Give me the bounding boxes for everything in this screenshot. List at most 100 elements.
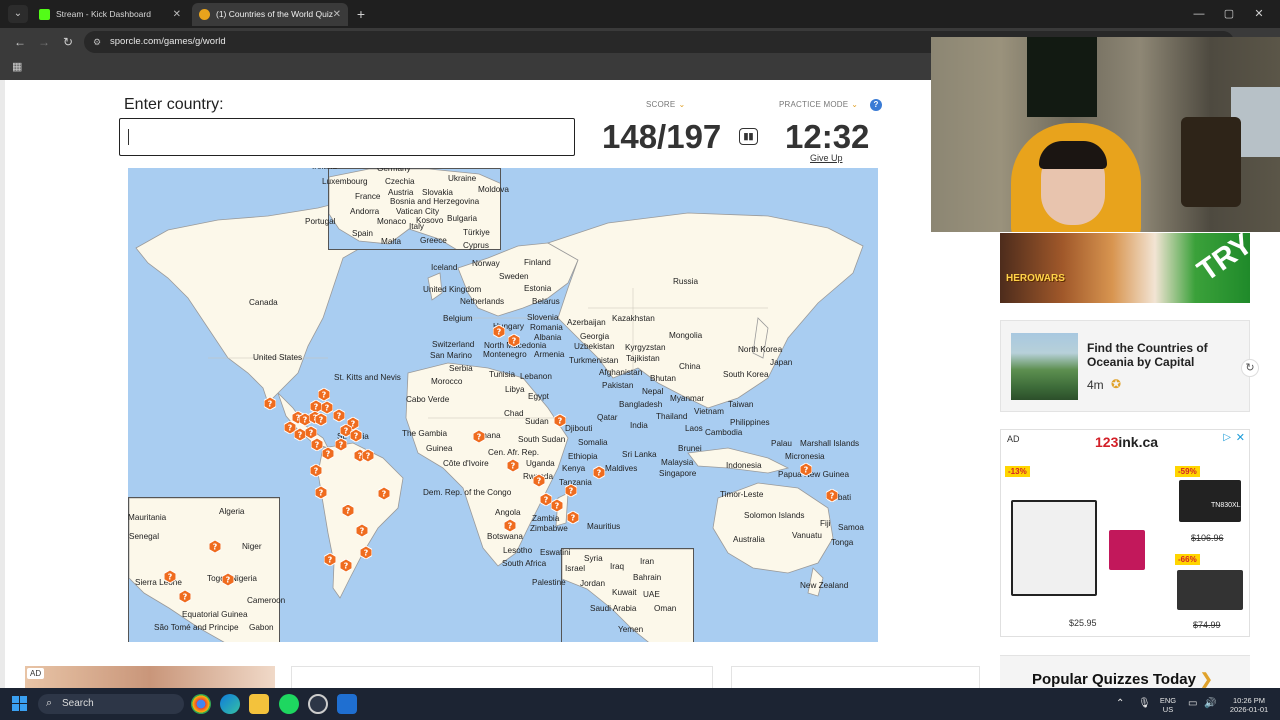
country-label: Belarus (532, 297, 560, 306)
country-label: Slovenia (527, 313, 559, 322)
svg-text:?: ? (183, 593, 188, 602)
ad-label: AD (27, 668, 45, 679)
pause-button[interactable]: ▮▮ (739, 128, 758, 145)
close-tab-icon[interactable]: ✕ (173, 3, 181, 26)
spotify-icon[interactable] (279, 694, 299, 714)
country-label: Zimbabwe (530, 524, 568, 533)
missed-country-marker-icon[interactable]: ? (324, 553, 336, 566)
missed-country-marker-icon[interactable]: ? (209, 540, 221, 553)
clock[interactable]: 10:26 PM 2026-01-01 (1226, 696, 1272, 714)
missed-country-marker-icon[interactable]: ? (493, 325, 505, 338)
chrome-taskbar-icon[interactable] (191, 694, 211, 714)
close-ad-icon[interactable]: ✕ (1236, 431, 1245, 444)
country-label: Canada (249, 298, 278, 307)
language-indicator[interactable]: ENG US (1158, 696, 1178, 714)
missed-country-marker-icon[interactable]: ? (179, 590, 191, 603)
windows-start-icon[interactable] (12, 696, 28, 712)
apps-grid-icon[interactable]: ▦ (12, 61, 25, 74)
help-icon[interactable]: ? (870, 99, 882, 111)
answer-input[interactable] (119, 118, 575, 156)
enter-country-label: Enter country: (124, 96, 224, 113)
country-label: Luxembourg (322, 177, 368, 186)
reload-icon[interactable]: ↻ (58, 32, 78, 52)
country-label: Egypt (528, 392, 549, 401)
missed-country-marker-icon[interactable]: ? (333, 409, 345, 422)
missed-country-marker-icon[interactable]: ? (362, 449, 374, 462)
missed-country-marker-icon[interactable]: ? (551, 499, 563, 512)
microphone-icon[interactable]: 🎙 (1138, 698, 1151, 709)
missed-country-marker-icon[interactable]: ? (360, 546, 372, 559)
edge-taskbar-icon[interactable] (220, 694, 240, 714)
missed-country-marker-icon[interactable]: ? (533, 474, 545, 487)
country-label: Palau (771, 439, 792, 448)
missed-country-marker-icon[interactable]: ? (322, 447, 334, 460)
tab-search-button[interactable]: ⌄ (8, 5, 28, 23)
missed-country-marker-icon[interactable]: ? (565, 484, 577, 497)
ad-brand: 123ink.ca (1095, 434, 1158, 450)
popular-quizzes-header[interactable]: Popular Quizzes Today ❯ (1000, 655, 1250, 688)
missed-country-marker-icon[interactable]: ? (800, 463, 812, 476)
file-explorer-icon[interactable] (249, 694, 269, 714)
svg-text:?: ? (226, 576, 231, 585)
volume-icon[interactable]: 🔊 (1204, 698, 1216, 709)
country-label: Micronesia (785, 452, 825, 461)
country-label: Brunei (678, 444, 702, 453)
chevron-down-icon: ⌄ (678, 100, 686, 109)
back-arrow-icon[interactable]: ← (10, 32, 30, 52)
hero-wars-ad[interactable]: HEROWARS TRY (1000, 233, 1250, 303)
missed-country-marker-icon[interactable]: ? (356, 524, 368, 537)
refresh-icon[interactable]: ↻ (1241, 359, 1259, 377)
missed-country-marker-icon[interactable]: ? (342, 504, 354, 517)
related-quiz-card[interactable]: Find the Countries of Oceania by Capital… (1000, 320, 1259, 412)
practice-mode-toggle[interactable]: PRACTICE MODE ⌄ (779, 100, 858, 109)
missed-country-marker-icon[interactable]: ? (507, 459, 519, 472)
obs-icon[interactable] (308, 694, 328, 714)
missed-country-marker-icon[interactable]: ? (315, 413, 327, 426)
missed-country-marker-icon[interactable]: ? (310, 464, 322, 477)
score-label[interactable]: SCORE ⌄ (646, 100, 685, 109)
svg-text:?: ? (382, 490, 387, 499)
missed-country-marker-icon[interactable]: ? (350, 429, 362, 442)
bottom-ad-banner[interactable]: AD (25, 666, 275, 688)
adchoices-icon[interactable]: ▷ (1223, 432, 1231, 443)
tab-sporcle-quiz[interactable]: (1) Countries of the World Quiz ✕ (192, 3, 348, 26)
chevron-up-icon[interactable]: ⌃ (1116, 698, 1124, 709)
forward-arrow-icon[interactable]: → (34, 32, 54, 52)
country-label: Czechia (385, 177, 415, 186)
close-window-button[interactable]: ✕ (1244, 0, 1274, 28)
new-tab-button[interactable]: + (352, 4, 370, 24)
calculator-app-icon[interactable] (337, 694, 357, 714)
missed-country-marker-icon[interactable]: ? (335, 438, 347, 451)
missed-country-marker-icon[interactable]: ? (378, 487, 390, 500)
missed-country-marker-icon[interactable]: ? (222, 573, 234, 586)
missed-country-marker-icon[interactable]: ? (264, 397, 276, 410)
close-tab-icon[interactable]: ✕ (333, 3, 341, 26)
site-info-icon[interactable]: ⚙ (91, 36, 103, 48)
missed-country-marker-icon[interactable]: ? (508, 334, 520, 347)
give-up-link[interactable]: Give Up (810, 153, 843, 163)
minimize-button[interactable]: — (1184, 0, 1214, 28)
missed-country-marker-icon[interactable]: ? (473, 430, 485, 443)
taskbar-search[interactable]: ⌕ Search (38, 694, 184, 714)
country-label: China (679, 362, 701, 371)
country-label: Finland (524, 258, 551, 267)
printer-ink-ad[interactable]: AD 123ink.ca ▷ ✕ -13% -59% -66% TN830XL … (1000, 429, 1250, 637)
country-label: The Gambia (402, 429, 448, 438)
missed-country-marker-icon[interactable]: ? (554, 414, 566, 427)
missed-country-marker-icon[interactable]: ? (340, 559, 352, 572)
svg-text:?: ? (326, 450, 331, 459)
missed-country-marker-icon[interactable]: ? (567, 511, 579, 524)
maximize-button[interactable]: ▢ (1214, 0, 1244, 28)
popular-quizzes-text: Popular Quizzes Today (1032, 671, 1196, 688)
svg-text:?: ? (569, 487, 574, 496)
tab-kick-dashboard[interactable]: Stream - Kick Dashboard ✕ (32, 3, 188, 26)
network-icon[interactable]: ▭ (1188, 698, 1197, 709)
missed-country-marker-icon[interactable]: ? (315, 486, 327, 499)
missed-country-marker-icon[interactable]: ? (826, 489, 838, 502)
country-label: Senegal (129, 532, 160, 541)
missed-country-marker-icon[interactable]: ? (164, 570, 176, 583)
missed-country-marker-icon[interactable]: ? (593, 466, 605, 479)
country-label: Sudan (525, 417, 549, 426)
country-label: Azerbaijan (567, 318, 606, 327)
missed-country-marker-icon[interactable]: ? (504, 519, 516, 532)
